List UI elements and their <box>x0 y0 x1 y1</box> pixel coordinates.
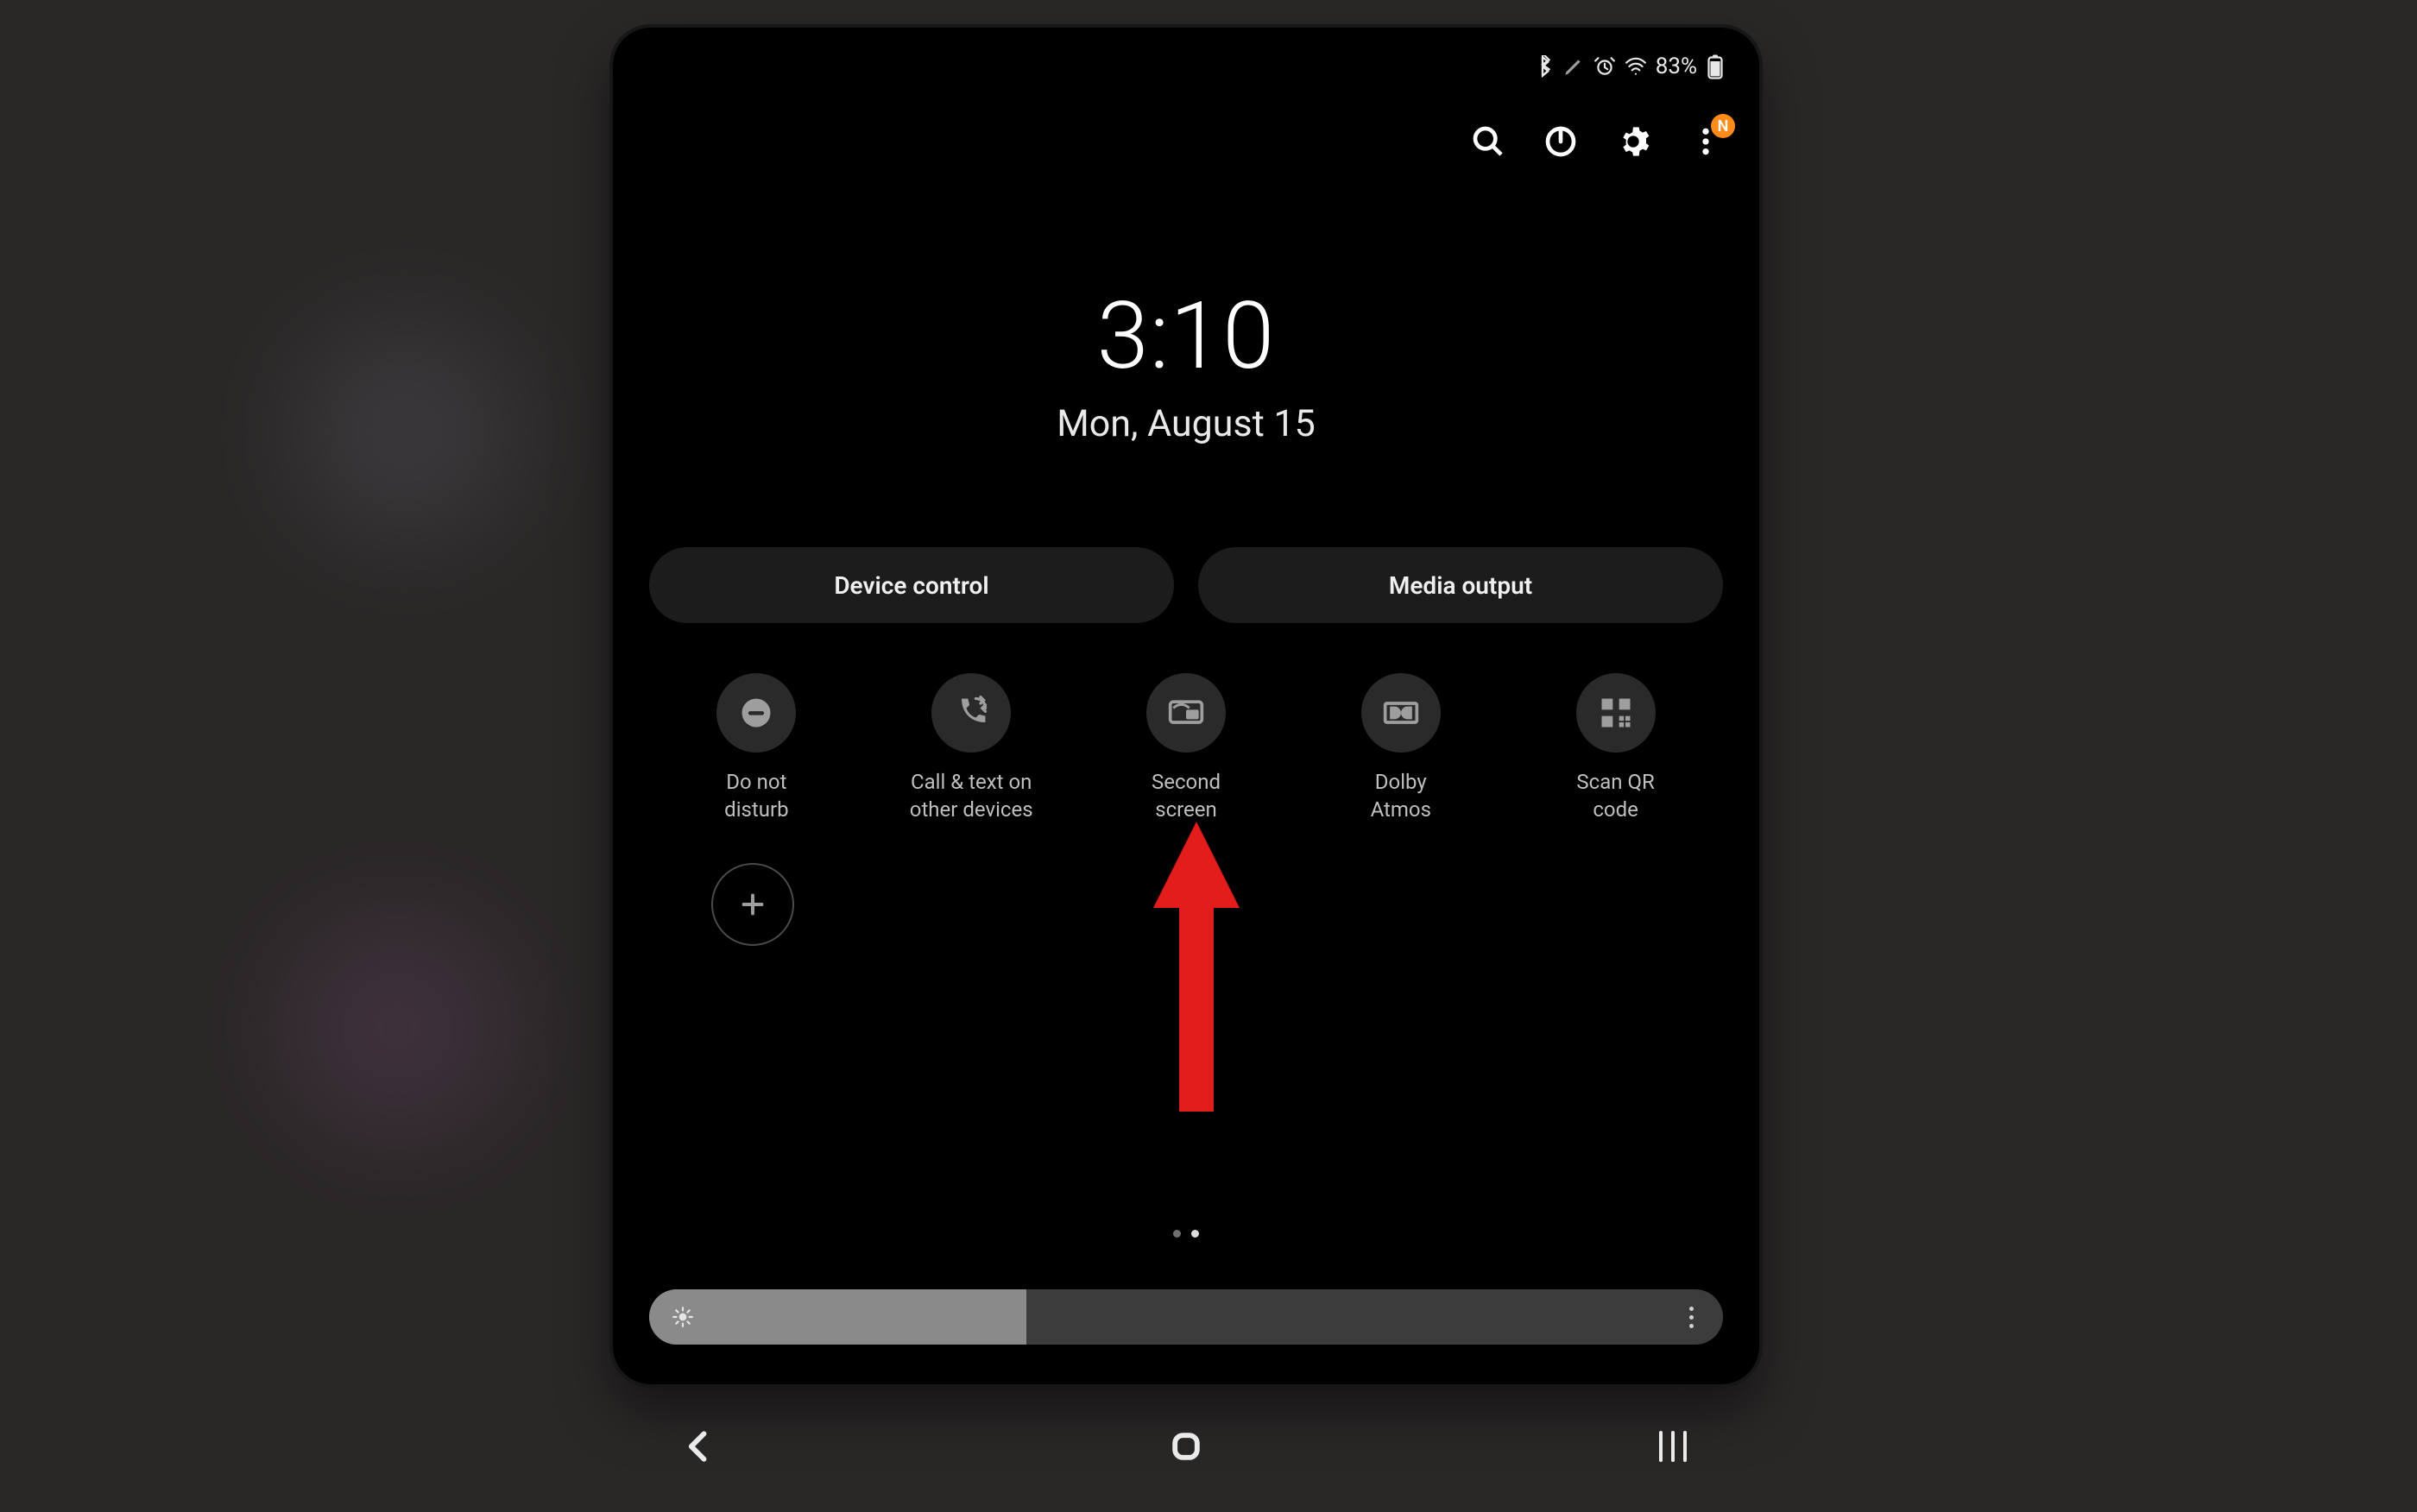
qs-label: Dolby Atmos <box>1371 768 1431 824</box>
qs-tile-call-text-devices[interactable]: Call & text on other devices <box>868 673 1075 824</box>
device-frame: 83% N 3:10 Mon, August 15 Device control… <box>613 28 1759 1384</box>
qs-tile-scan-qr[interactable]: Scan QR code <box>1512 673 1720 824</box>
media-output-button[interactable]: Media output <box>1198 547 1723 623</box>
more-options-icon[interactable]: N <box>1688 124 1723 159</box>
pill-label: Device control <box>834 571 988 600</box>
brightness-icon <box>672 1306 694 1328</box>
page-dot[interactable] <box>1173 1230 1181 1238</box>
qr-code-icon <box>1576 673 1656 753</box>
qs-label: Call & text on other devices <box>910 768 1033 824</box>
panel-toolbar: N <box>1471 124 1723 159</box>
clock-time: 3:10 <box>613 290 1759 383</box>
alarm-icon <box>1593 55 1616 78</box>
qs-label: Do not disturb <box>724 768 788 824</box>
clock-section: 3:10 Mon, August 15 <box>613 290 1759 445</box>
qs-label: Scan QR code <box>1576 768 1654 824</box>
home-button[interactable] <box>1160 1421 1212 1472</box>
qs-add-row <box>649 863 856 946</box>
pill-label: Media output <box>1389 571 1532 600</box>
battery-icon <box>1706 54 1725 79</box>
status-bar: 83% <box>1531 54 1725 79</box>
qs-tile-dolby-atmos[interactable]: Dolby Atmos <box>1297 673 1505 824</box>
background-blob <box>293 319 518 544</box>
notification-badge: N <box>1711 114 1735 138</box>
brightness-slider[interactable] <box>649 1289 1723 1345</box>
dnd-icon <box>716 673 796 753</box>
back-button[interactable] <box>673 1421 725 1472</box>
bluetooth-icon <box>1531 55 1554 78</box>
power-icon[interactable] <box>1543 124 1578 159</box>
device-control-button[interactable]: Device control <box>649 547 1174 623</box>
page-indicator <box>613 1230 1759 1238</box>
quick-settings-grid: Do not disturb Call & text on other devi… <box>649 673 1723 824</box>
control-pill-row: Device control Media output <box>649 547 1723 623</box>
battery-percentage: 83% <box>1656 54 1697 79</box>
clock-date: Mon, August 15 <box>613 402 1759 445</box>
qs-tile-second-screen[interactable]: Second screen <box>1082 673 1290 824</box>
annotation-arrow <box>1153 822 1240 1112</box>
brightness-fill <box>649 1289 1026 1345</box>
brightness-more-icon[interactable] <box>1678 1289 1704 1345</box>
settings-gear-icon[interactable] <box>1616 124 1650 159</box>
second-screen-icon <box>1146 673 1226 753</box>
qs-tile-do-not-disturb[interactable]: Do not disturb <box>653 673 860 824</box>
system-navigation-bar <box>613 1412 1759 1481</box>
wifi-icon <box>1625 55 1647 78</box>
recents-button[interactable] <box>1647 1421 1699 1472</box>
call-sync-icon <box>931 673 1011 753</box>
add-tile-button[interactable] <box>711 863 794 946</box>
page-dot-active[interactable] <box>1191 1230 1199 1238</box>
dolby-icon <box>1361 673 1441 753</box>
background-blob <box>285 915 509 1139</box>
qs-label: Second screen <box>1152 768 1221 824</box>
search-icon[interactable] <box>1471 124 1505 159</box>
pen-icon <box>1562 55 1585 78</box>
